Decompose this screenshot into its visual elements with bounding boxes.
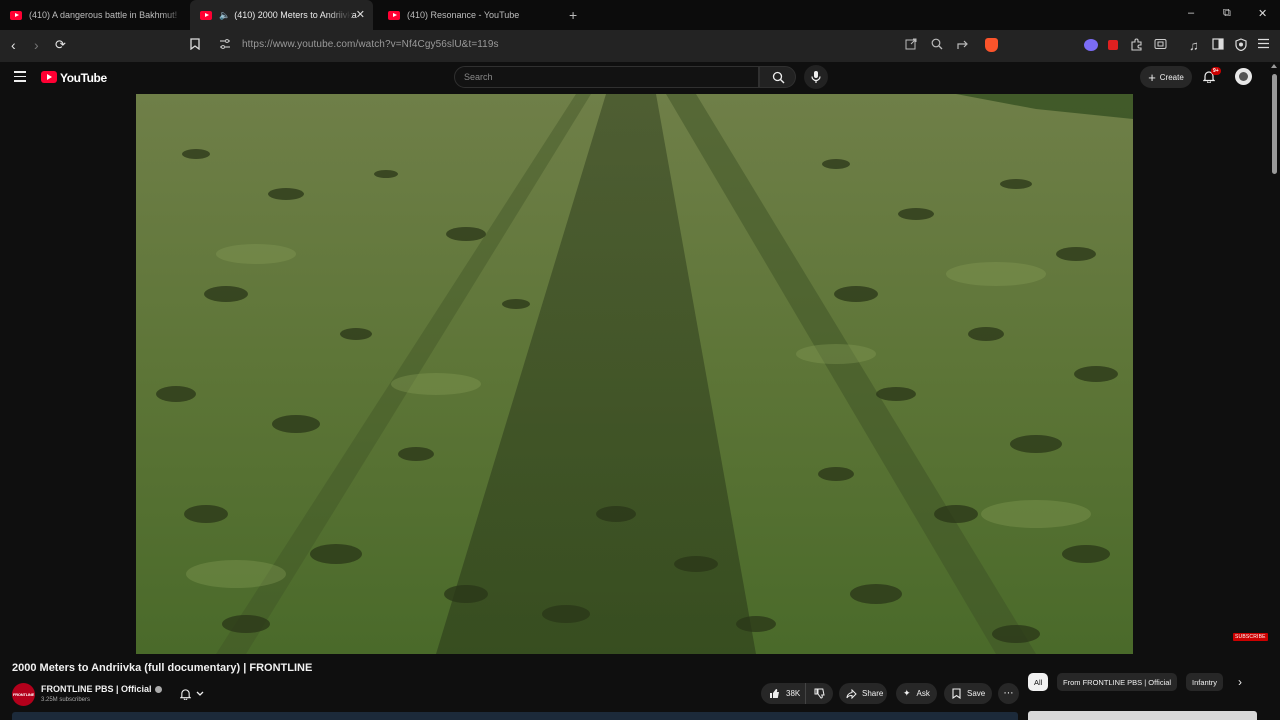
close-tab-icon[interactable]: ✕ [356, 8, 365, 21]
ask-label: Ask [916, 689, 930, 698]
sidebar-toggle-icon[interactable] [1212, 38, 1224, 53]
open-external-icon[interactable] [905, 38, 917, 53]
tab-resonance[interactable]: (410) Resonance - YouTube [378, 0, 564, 30]
reload-icon[interactable]: ⟳ [55, 37, 66, 53]
more-horizontal-icon: ⋯ [1003, 688, 1014, 699]
chip-infantry[interactable]: Infantry [1186, 673, 1224, 691]
save-label: Save [967, 689, 986, 698]
video-title: 2000 Meters to Andriivka (full documenta… [12, 662, 313, 674]
forward-icon[interactable]: › [34, 37, 39, 53]
channel-name[interactable]: FRONTLINE PBS | Official [41, 684, 152, 694]
search-box [454, 66, 759, 88]
extension-purple-icon[interactable] [1084, 39, 1098, 51]
search-icon [772, 71, 785, 84]
site-settings-icon[interactable] [219, 38, 231, 53]
address-bar: ‹ › ⟳ https://www.youtube.com/watch?v=Nf… [0, 30, 1280, 62]
notification-badge: 9+ [1211, 67, 1221, 75]
create-label: Create [1159, 72, 1184, 82]
youtube-logo-icon[interactable] [41, 71, 57, 83]
youtube-logo-text[interactable]: YouTube [60, 71, 107, 85]
plus-icon: + [1148, 69, 1156, 85]
chevron-right-icon[interactable]: › [1238, 675, 1242, 689]
thumbs-down-icon [814, 688, 825, 699]
share-button[interactable]: Share [839, 683, 887, 704]
video-frame [136, 94, 1133, 654]
microphone-icon [811, 71, 821, 83]
back-icon[interactable]: ‹ [11, 37, 16, 53]
like-dislike-group: 38K [761, 683, 833, 704]
restore-icon[interactable]: ⧉ [1223, 7, 1231, 20]
voice-search-button[interactable] [804, 65, 828, 89]
bookmark-icon[interactable] [190, 38, 200, 53]
extensions-puzzle-icon[interactable] [1130, 38, 1143, 54]
subscribe-watermark[interactable]: SUBSCRIBE [1233, 633, 1268, 641]
browser-menu-icon[interactable] [1257, 38, 1270, 52]
close-window-icon[interactable]: ✕ [1258, 7, 1267, 20]
thumbs-up-icon [770, 689, 779, 698]
save-button[interactable]: Save [944, 683, 992, 704]
page-scrollbar[interactable] [1268, 62, 1280, 720]
chip-from-channel[interactable]: From FRONTLINE PBS | Official [1057, 673, 1178, 691]
tab-bakhmut[interactable]: (410) A dangerous battle in Bakhmut! [0, 0, 186, 30]
wallet-icon[interactable] [1154, 38, 1167, 53]
sparkle-icon: ✦ [903, 688, 911, 698]
youtube-header: YouTube + Create 9+ [0, 62, 1280, 94]
minimize-icon[interactable]: – [1188, 7, 1194, 19]
scrollbar-thumb[interactable] [1272, 74, 1277, 174]
tab-title: (410) Resonance - YouTube [407, 10, 520, 20]
guide-menu-icon[interactable] [14, 71, 26, 85]
new-tab-icon[interactable]: + [569, 7, 577, 23]
recommended-thumbnail-edge[interactable] [1028, 711, 1257, 720]
scroll-up-arrow-icon[interactable] [1271, 64, 1277, 68]
speaker-icon[interactable]: 🔈 [219, 10, 230, 21]
media-music-icon[interactable]: ♫ [1189, 38, 1199, 53]
youtube-favicon-icon [388, 10, 400, 20]
youtube-favicon-icon [200, 10, 212, 20]
chip-all[interactable]: All [1028, 673, 1049, 691]
like-button[interactable]: 38K [761, 683, 806, 704]
create-button[interactable]: + Create [1140, 66, 1192, 88]
search-input[interactable] [455, 67, 758, 87]
share-label: Share [862, 689, 884, 698]
share-page-icon[interactable] [957, 38, 970, 53]
youtube-favicon-icon [10, 10, 22, 20]
zoom-icon[interactable] [931, 38, 943, 53]
vpn-shield-icon[interactable] [1235, 38, 1247, 54]
browser-tab-bar: (410) A dangerous battle in Bakhmut! 🔈 (… [0, 0, 1280, 30]
bell-icon [179, 688, 191, 700]
video-player[interactable] [136, 94, 1133, 654]
verified-badge-icon [154, 686, 162, 693]
channel-avatar[interactable]: FRONTLINE [12, 683, 35, 706]
like-count: 38K [786, 689, 801, 698]
tab-title: (410) A dangerous battle in Bakhmut! [29, 10, 178, 20]
more-actions-button[interactable]: ⋯ [998, 683, 1019, 704]
description-box-edge [12, 712, 1018, 720]
save-bookmark-icon [952, 688, 961, 699]
subscriber-count: 3.25M subscribers [41, 697, 91, 703]
chevron-down-icon [196, 691, 204, 696]
url-text[interactable]: https://www.youtube.com/watch?v=Nf4Cgy56… [242, 39, 499, 50]
share-arrow-icon [846, 688, 857, 699]
extension-red-icon[interactable] [1108, 40, 1118, 50]
dislike-button[interactable] [806, 688, 833, 699]
search-button[interactable] [759, 66, 796, 88]
subscription-bell-button[interactable] [171, 683, 213, 704]
account-avatar[interactable] [1235, 68, 1252, 85]
tab-andriivka[interactable]: 🔈 (410) 2000 Meters to Andriivka ✕ [190, 0, 373, 30]
ask-button[interactable]: ✦ Ask [896, 683, 937, 704]
brave-shields-icon[interactable] [985, 38, 998, 52]
channel-name-row[interactable]: FRONTLINE PBS | Official [41, 684, 162, 694]
